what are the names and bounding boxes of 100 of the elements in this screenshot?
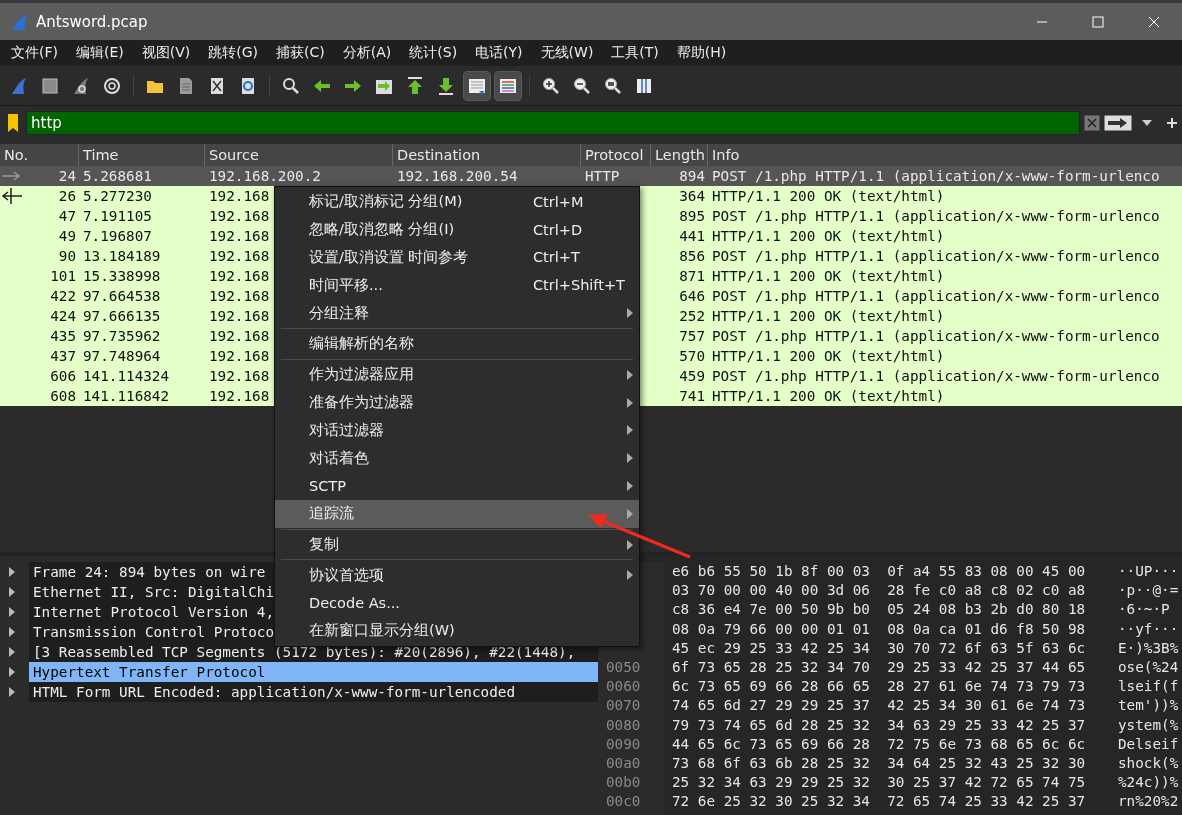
ascii-text: ·6·~·P [1118, 600, 1170, 620]
table-cell-text: HTTP/1.1 200 OK (text/html) [711, 388, 946, 404]
table-cell-text: 424 [49, 308, 77, 324]
table-cell-text: 856 [678, 248, 706, 264]
table-cell-text: 894 [678, 168, 706, 184]
table-cell-text: HTTP/1.1 200 OK (text/html) [711, 228, 946, 244]
offset-label: 00c0 [606, 792, 641, 812]
table-cell-text: 895 [678, 208, 706, 224]
table-cell-text: 90 [57, 248, 77, 264]
table-cell-text: 192.168 [208, 188, 270, 204]
table-cell-text: 97.748964 [82, 348, 162, 364]
offset-label: 00a0 [606, 753, 641, 773]
hex-bytes: e6 b6 55 50 1b 8f 00 03 0f a4 55 83 08 00 45 00 [672, 562, 1087, 581]
table-cell-text: 7.191105 [82, 208, 153, 224]
offset-label: 0080 [606, 715, 641, 735]
ascii-text: E·)%3B% [1118, 638, 1179, 658]
ascii-text: ose(%24 [1118, 657, 1179, 677]
table-cell-text: HTTP [584, 168, 621, 184]
table-cell-text: 192.168 [208, 328, 270, 344]
ascii-text: %24c))% [1118, 773, 1179, 793]
table-cell-text: 441 [678, 228, 706, 244]
hex-bytes: 44 65 6c 73 65 69 66 28 72 75 6e 73 68 65 6c 6c [672, 734, 1087, 754]
table-cell-text: 192.168 [208, 348, 270, 364]
offset-label: 0060 [606, 677, 641, 697]
table-cell-text: 192.168 [208, 208, 270, 224]
table-cell-text: 192.168 [208, 248, 270, 264]
table-cell-text: 608 [49, 388, 77, 404]
ascii-text: lseif(f [1118, 677, 1179, 697]
table-cell-text: 606 [49, 368, 77, 384]
table-cell-text: 646 [678, 288, 706, 304]
table-cell-text: HTTP/1.1 200 OK (text/html) [711, 308, 946, 324]
table-cell-text: 141.114324 [82, 368, 171, 384]
shortcut-label: Ctrl+T [533, 249, 580, 266]
table-cell-text: 192.168 [208, 268, 270, 284]
table-cell-text: 437 [49, 348, 77, 364]
table-cell-text: 741 [678, 388, 706, 404]
shortcut-label: Ctrl+Shift+T [533, 277, 625, 294]
offset-label: 00b0 [606, 773, 641, 793]
ascii-text: Delseif [1118, 734, 1179, 754]
window-title: Antsword.pcap [36, 12, 148, 31]
table-cell-text: 26 [57, 188, 77, 204]
table-cell-text: 13.184189 [82, 248, 162, 264]
table-cell-text: 97.664538 [82, 288, 162, 304]
hex-bytes: 25 32 34 63 29 29 25 32 30 25 37 42 72 65 74 75 [672, 773, 1087, 793]
table-cell-text: 570 [678, 348, 706, 364]
table-cell-text: 141.116842 [82, 388, 171, 404]
table-cell-text: 757 [678, 328, 706, 344]
ascii-text: shock(% [1118, 753, 1179, 773]
table-cell-text: 422 [49, 288, 77, 304]
hex-bytes: 73 68 6f 63 6b 28 25 32 34 64 25 32 43 25 32 30 [672, 753, 1087, 773]
hex-bytes: 45 ec 29 25 33 42 25 34 30 70 72 6f 63 5f 63 6c [672, 638, 1087, 658]
ascii-text: ··UP··· [1118, 562, 1179, 581]
table-cell-text: POST /1.php HTTP/1.1 (application/x-www-form-urlenco [711, 368, 1161, 384]
ascii-text: ·p··@·= [1118, 581, 1179, 601]
table-cell-text: 49 [57, 228, 77, 244]
shortcut-label: Ctrl+M [533, 193, 584, 210]
table-cell-text: 252 [678, 308, 706, 324]
table-cell-text: 15.338998 [82, 268, 162, 284]
table-cell-text: 192.168.200.2 [208, 168, 321, 184]
table-cell-text: 192.168 [208, 288, 270, 304]
ascii-text: ··yf··· [1118, 619, 1179, 639]
table-cell-text: 364 [678, 188, 706, 204]
offset-label: 0070 [606, 696, 641, 716]
table-cell-text: 459 [678, 368, 706, 384]
hex-bytes: c8 36 e4 7e 00 50 9b b0 05 24 08 b3 2b d0 80 18 [672, 600, 1087, 620]
table-cell-text: 192.168 [208, 228, 270, 244]
table-cell-text: HTTP/1.1 200 OK (text/html) [711, 348, 946, 364]
table-cell-text: 101 [49, 268, 77, 284]
ascii-text: ystem(% [1118, 715, 1179, 735]
table-cell-text: 5.277230 [82, 188, 153, 204]
hex-bytes: 08 0a 79 66 00 00 01 01 08 0a ca 01 d6 f8 50 98 [672, 619, 1087, 639]
shortcut-label: Ctrl+D [533, 221, 583, 238]
table-cell-text: 871 [678, 268, 706, 284]
table-cell-text: 435 [49, 328, 77, 344]
table-cell-text: 97.666135 [82, 308, 162, 324]
table-cell-text: POST /1.php HTTP/1.1 (application/x-www-form-urlenco [711, 168, 1161, 184]
table-cell-text: 192.168 [208, 368, 270, 384]
hex-bytes: 6f 73 65 28 25 32 34 70 29 25 33 42 25 37 44 65 [672, 657, 1087, 677]
ascii-text: tem'))% [1118, 696, 1179, 716]
hex-bytes: 03 70 00 00 40 00 3d 06 28 fe c0 a8 c8 02 c0 a8 [672, 581, 1087, 601]
offset-label: 0090 [606, 734, 641, 754]
hex-bytes: 6c 73 65 69 66 28 66 65 28 27 61 6e 74 73 79 73 [672, 677, 1087, 697]
offset-label: 0050 [606, 657, 641, 677]
hex-bytes: 74 65 6d 27 29 29 25 37 42 25 34 30 61 6e 74 73 [672, 696, 1087, 716]
table-cell-text: 47 [57, 208, 77, 224]
table-cell-text: 192.168.200.54 [396, 168, 519, 184]
table-cell-text: POST /1.php HTTP/1.1 (application/x-www-form-urlenco [711, 328, 1161, 344]
table-cell-text: 192.168 [208, 308, 270, 324]
table-cell-text: POST /1.php HTTP/1.1 (application/x-www-form-urlenco [711, 208, 1161, 224]
table-cell-text: POST /1.php HTTP/1.1 (application/x-www-form-urlenco [711, 248, 1161, 264]
hex-bytes: 72 6e 25 32 30 25 32 34 72 65 74 25 33 42 25 37 [672, 792, 1087, 812]
table-cell-text: 5.268681 [82, 168, 153, 184]
table-cell-text: 7.196807 [82, 228, 153, 244]
hex-bytes: 79 73 74 65 6d 28 25 32 34 63 29 25 33 42 25 37 [672, 715, 1087, 735]
table-cell-text: 192.168 [208, 388, 270, 404]
table-cell-text: 24 [57, 168, 77, 184]
table-cell-text: 97.735962 [82, 328, 162, 344]
table-cell-text: POST /1.php HTTP/1.1 (application/x-www-form-urlenco [711, 288, 1161, 304]
table-cell-text: HTTP/1.1 200 OK (text/html) [711, 268, 946, 284]
ascii-text: rn%20%2 [1118, 792, 1179, 812]
